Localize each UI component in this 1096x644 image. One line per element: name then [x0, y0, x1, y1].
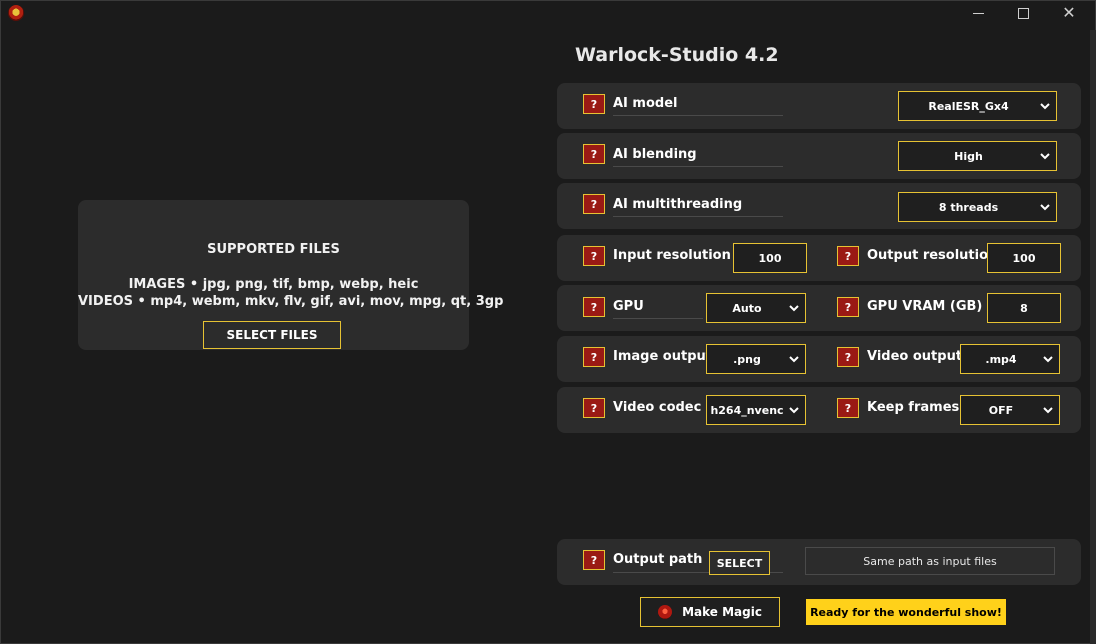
chevron-down-icon — [1040, 204, 1050, 211]
ai-multithreading-label: AI multithreading — [613, 197, 743, 212]
supported-files-title: SUPPORTED FILES — [207, 242, 340, 257]
chevron-down-icon — [789, 305, 799, 312]
video-codec-dropdown[interactable]: h264_nvenc — [706, 395, 806, 425]
gpu-vram-help-button[interactable]: ? — [837, 297, 859, 317]
minimize-icon — [972, 12, 984, 14]
keep-frames-value: OFF — [988, 403, 1014, 417]
ai-multithreading-value: 8 threads — [938, 200, 999, 214]
output-path-label: Output path — [613, 552, 703, 567]
maximize-button[interactable] — [1000, 2, 1046, 24]
ai-blending-dropdown[interactable]: High — [898, 141, 1057, 171]
ai-multithreading-row: ? AI multithreading 8 threads — [557, 183, 1081, 229]
chevron-down-icon — [1040, 153, 1050, 160]
video-codec-label: Video codec — [613, 400, 702, 415]
make-magic-label: Make Magic — [682, 605, 762, 619]
chevron-down-icon — [1040, 103, 1050, 110]
minimize-button[interactable] — [955, 2, 1001, 24]
maximize-icon — [1017, 7, 1029, 19]
ai-blending-value: High — [954, 149, 983, 163]
gpu-vram-label: GPU VRAM (GB) — [867, 299, 983, 314]
image-output-label: Image output — [613, 349, 712, 364]
keep-frames-label: Keep frames — [867, 400, 960, 415]
gpu-value: Auto — [732, 301, 762, 315]
chevron-down-icon — [789, 407, 799, 414]
image-output-dropdown[interactable]: .png — [706, 344, 806, 374]
window-edge — [1090, 30, 1096, 644]
output-path-row: ? Output path SELECT Same path as input … — [557, 539, 1081, 585]
ai-blending-row: ? AI blending High — [557, 133, 1081, 179]
codec-row: ? Video codec h264_nvenc ? Keep frames O… — [557, 387, 1081, 433]
gpu-help-button[interactable]: ? — [583, 297, 605, 317]
ai-model-label: AI model — [613, 96, 678, 111]
output-path-help-button[interactable]: ? — [583, 550, 605, 570]
close-icon: ✕ — [1062, 3, 1076, 22]
ai-model-value: RealESR_Gx4 — [928, 99, 1009, 113]
label-underline — [613, 166, 783, 167]
status-message: Ready for the wonderful show! — [806, 599, 1006, 625]
app-logo-icon — [8, 5, 24, 21]
app-title: Warlock-Studio 4.2 — [575, 44, 779, 66]
supported-videos-text: VIDEOS • mp4, webm, mkv, flv, gif, avi, … — [78, 294, 504, 309]
ai-multithreading-dropdown[interactable]: 8 threads — [898, 192, 1057, 222]
title-bar: ✕ — [0, 0, 1096, 28]
keep-frames-dropdown[interactable]: OFF — [960, 395, 1060, 425]
supported-images-text: IMAGES • jpg, png, tif, bmp, webp, heic — [128, 277, 419, 292]
ai-blending-help-button[interactable]: ? — [583, 144, 605, 164]
video-output-help-button[interactable]: ? — [837, 347, 859, 367]
output-format-row: ? Image output .png ? Video output .mp4 — [557, 336, 1081, 382]
output-resolution-help-button[interactable]: ? — [837, 246, 859, 266]
keep-frames-help-button[interactable]: ? — [837, 398, 859, 418]
ai-blending-label: AI blending — [613, 147, 697, 162]
gpu-vram-field[interactable]: 8 — [987, 293, 1061, 323]
label-underline — [613, 318, 703, 319]
video-output-label: Video output — [867, 349, 963, 364]
output-resolution-label: Output resolution — [867, 248, 998, 263]
input-resolution-help-button[interactable]: ? — [583, 246, 605, 266]
warlock-logo-icon — [658, 605, 673, 619]
ai-model-row: ? AI model RealESR_Gx4 — [557, 83, 1081, 129]
gpu-row: ? GPU Auto ? GPU VRAM (GB) 8 — [557, 285, 1081, 331]
label-underline — [613, 115, 783, 116]
ai-multithreading-help-button[interactable]: ? — [583, 194, 605, 214]
resolution-row: ? Input resolution 100 ? Output resoluti… — [557, 235, 1081, 281]
select-files-button[interactable]: SELECT FILES — [203, 321, 341, 349]
file-drop-panel[interactable]: SUPPORTED FILES IMAGES • jpg, png, tif, … — [78, 200, 504, 350]
output-resolution-field[interactable]: 100 — [987, 243, 1061, 273]
video-codec-help-button[interactable]: ? — [583, 398, 605, 418]
label-underline — [613, 216, 783, 217]
image-output-value: .png — [733, 352, 761, 366]
video-codec-value: h264_nvenc — [710, 403, 784, 417]
chevron-down-icon — [789, 356, 799, 363]
make-magic-button[interactable]: Make Magic — [640, 597, 780, 627]
video-output-dropdown[interactable]: .mp4 — [960, 344, 1060, 374]
input-resolution-field[interactable]: 100 — [733, 243, 807, 273]
ai-model-help-button[interactable]: ? — [583, 94, 605, 114]
output-path-select-button[interactable]: SELECT — [709, 551, 770, 575]
image-output-help-button[interactable]: ? — [583, 347, 605, 367]
chevron-down-icon — [1043, 407, 1053, 414]
video-output-value: .mp4 — [985, 352, 1017, 366]
gpu-label: GPU — [613, 299, 644, 314]
ai-model-dropdown[interactable]: RealESR_Gx4 — [898, 91, 1057, 121]
output-path-display: Same path as input files — [805, 547, 1055, 575]
chevron-down-icon — [1043, 356, 1053, 363]
gpu-dropdown[interactable]: Auto — [706, 293, 806, 323]
input-resolution-label: Input resolution — [613, 248, 731, 263]
close-button[interactable]: ✕ — [1046, 2, 1092, 24]
